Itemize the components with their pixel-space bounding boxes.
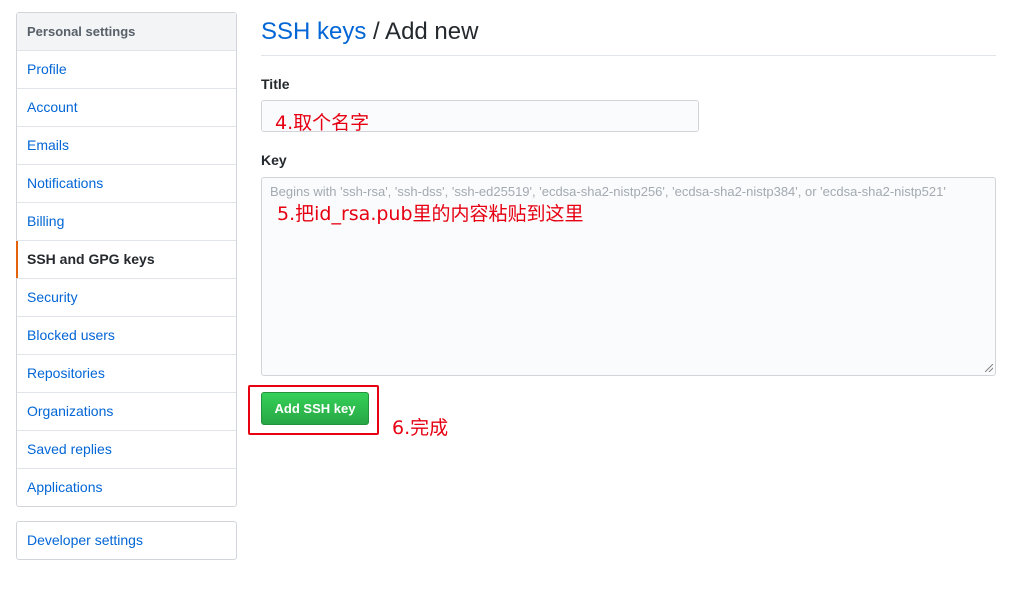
personal-settings-menu: Personal settings Profile Account Emails… [16, 12, 237, 507]
annotation-step-4: 4.取个名字 [275, 112, 370, 134]
menu-heading: Personal settings [17, 13, 236, 51]
key-label: Key [261, 152, 287, 168]
sidebar-item-saved-replies[interactable]: Saved replies [17, 431, 236, 469]
sidebar-item-security[interactable]: Security [17, 279, 236, 317]
page-title: SSH keys / Add new [261, 0, 996, 56]
sidebar-item-applications[interactable]: Applications [17, 469, 236, 506]
developer-settings-menu: Developer settings [16, 521, 237, 560]
sidebar-item-emails[interactable]: Emails [17, 127, 236, 165]
breadcrumb-current: / Add new [366, 18, 479, 45]
sidebar-item-account[interactable]: Account [17, 89, 236, 127]
sidebar-item-repositories[interactable]: Repositories [17, 355, 236, 393]
sidebar-item-blocked-users[interactable]: Blocked users [17, 317, 236, 355]
sidebar-item-profile[interactable]: Profile [17, 51, 236, 89]
resize-grip-icon[interactable] [985, 364, 993, 372]
annotation-step-6: 6.完成 [392, 417, 449, 439]
breadcrumb-ssh-keys-link[interactable]: SSH keys [261, 18, 366, 45]
sidebar-item-ssh-gpg-keys[interactable]: SSH and GPG keys [16, 241, 236, 279]
annotation-step-5: 5.把id_rsa.pub里的内容粘贴到这里 [277, 203, 584, 225]
title-label: Title [261, 76, 290, 92]
sidebar-item-organizations[interactable]: Organizations [17, 393, 236, 431]
add-ssh-key-button[interactable]: Add SSH key [261, 392, 369, 425]
sidebar-item-billing[interactable]: Billing [17, 203, 236, 241]
sidebar-item-developer-settings[interactable]: Developer settings [17, 522, 236, 559]
main-content: SSH keys / Add new Title Key [261, 0, 996, 376]
sidebar-item-notifications[interactable]: Notifications [17, 165, 236, 203]
